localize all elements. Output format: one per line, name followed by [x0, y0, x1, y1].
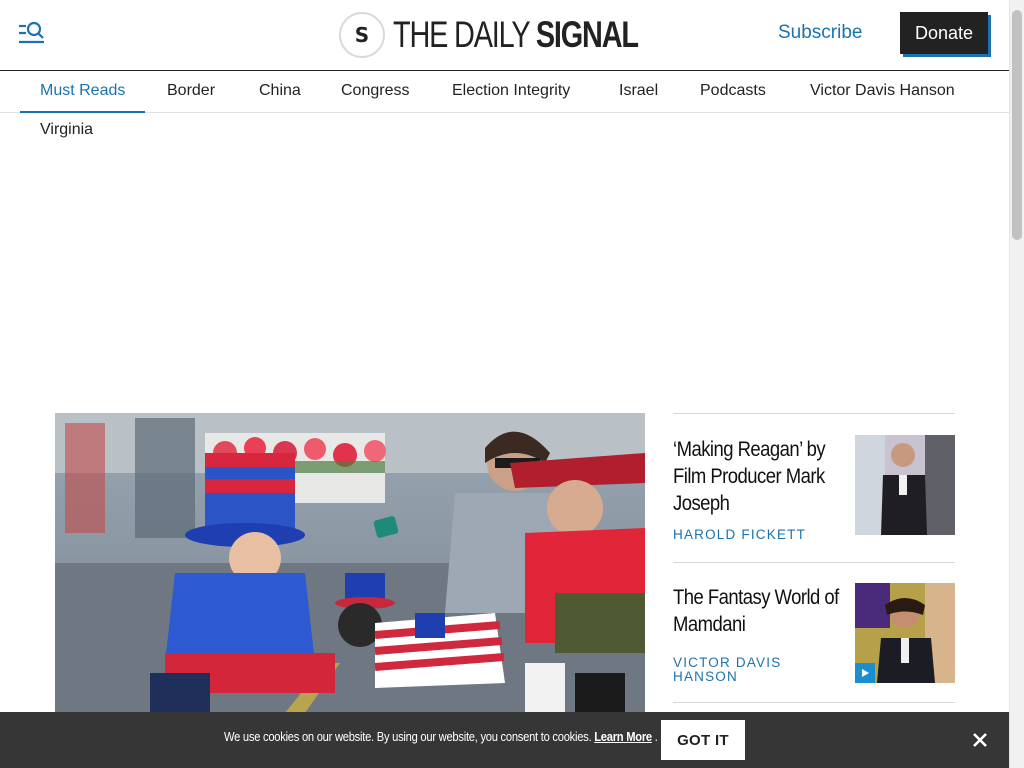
sidebar-stories: ‘Making Reagan’ by Film Producer Mark Jo…: [673, 413, 955, 722]
sidebar-story[interactable]: The Fantasy World of Mamdani VICTOR DAVI…: [673, 562, 955, 702]
story-author[interactable]: VICTOR DAVIS HANSON: [673, 656, 823, 684]
logo-wordmark: THE DAILY SIGNAL: [393, 14, 639, 56]
close-cookie-button[interactable]: [969, 729, 991, 751]
logo-mark: S: [339, 12, 385, 58]
logo-text-thin: THE DAILY: [393, 14, 536, 55]
story-title[interactable]: The Fantasy World of Mamdani: [673, 584, 840, 638]
nav-item-podcasts[interactable]: Podcasts: [700, 71, 766, 113]
logo-text-bold: SIGNAL: [535, 14, 639, 55]
got-it-button[interactable]: GOT IT: [661, 720, 745, 760]
nav-item-election-integrity[interactable]: Election Integrity: [452, 71, 570, 113]
close-icon: [973, 733, 987, 747]
hero-photo-illustration: [55, 413, 645, 713]
hero-image[interactable]: [55, 413, 645, 713]
story-thumbnail[interactable]: [855, 435, 955, 535]
sidebar-story[interactable]: ‘Making Reagan’ by Film Producer Mark Jo…: [673, 413, 955, 562]
subscribe-link[interactable]: Subscribe: [778, 22, 863, 44]
story-title[interactable]: ‘Making Reagan’ by Film Producer Mark Jo…: [673, 436, 840, 517]
nav-item-china[interactable]: China: [259, 71, 301, 113]
learn-more-link[interactable]: Learn More: [594, 729, 652, 744]
nav-item-israel[interactable]: Israel: [619, 71, 658, 113]
nav-item-victor-davis-hanson[interactable]: Victor Davis Hanson: [810, 71, 955, 113]
cookie-text: We use cookies on our website. By using …: [224, 729, 592, 744]
scrollbar-thumb[interactable]: [1012, 10, 1022, 240]
play-icon: [862, 669, 869, 677]
story-thumbnail[interactable]: [855, 583, 955, 683]
cookie-period: .: [654, 729, 658, 744]
nav-item-virginia[interactable]: Virginia: [40, 121, 93, 139]
nav-item-must-reads[interactable]: Must Reads: [20, 71, 146, 113]
site-logo[interactable]: S THE DAILY SIGNAL: [339, 11, 707, 59]
donate-button[interactable]: Donate: [900, 12, 988, 54]
nav-item-border[interactable]: Border: [167, 71, 215, 113]
site-header: S THE DAILY SIGNAL Subscribe Donate: [0, 0, 1009, 71]
nav-item-congress[interactable]: Congress: [341, 71, 409, 113]
topic-nav: Must Reads Border China Congress Electio…: [0, 71, 1009, 113]
story-author[interactable]: HAROLD FICKETT: [673, 528, 806, 542]
thumbnail-photo: [855, 435, 955, 535]
video-badge: [855, 663, 875, 683]
cookie-message: We use cookies on our website. By using …: [224, 729, 658, 744]
menu-search-button[interactable]: [17, 20, 47, 48]
cookie-banner: We use cookies on our website. By using …: [0, 712, 1009, 768]
menu-search-icon: [19, 21, 44, 44]
page: S THE DAILY SIGNAL Subscribe Donate Must…: [0, 0, 1024, 768]
page-scrollbar[interactable]: [1009, 0, 1024, 768]
